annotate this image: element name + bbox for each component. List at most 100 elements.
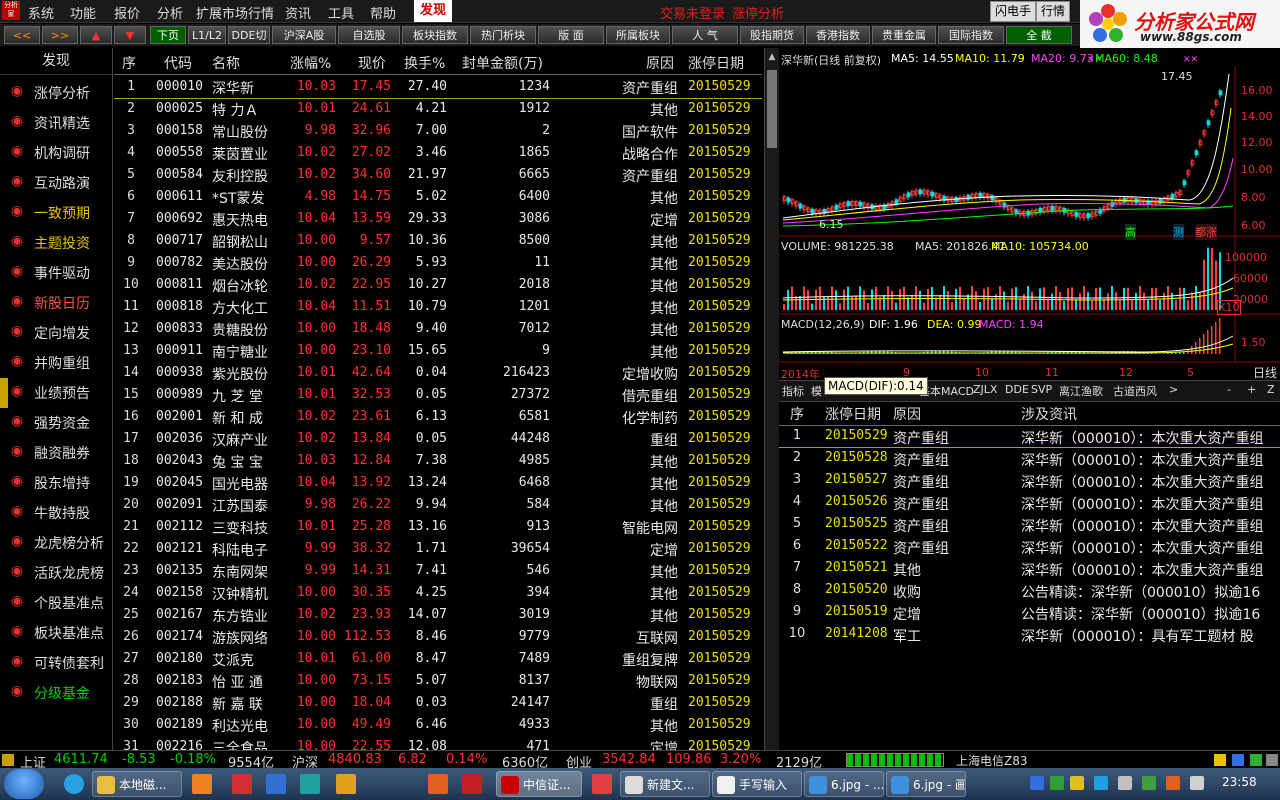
sidebar-item-5[interactable]: ◉ 主题投资 xyxy=(0,226,112,256)
menu-tools[interactable]: 工具 xyxy=(328,3,354,22)
system-clock[interactable]: 23:58 xyxy=(1222,775,1257,789)
sidebar-item-12[interactable]: ◉ 融资融券 xyxy=(0,436,112,466)
shsz-a-button[interactable]: 沪深A股 xyxy=(272,26,336,44)
stock-futures-button[interactable]: 股指期货 xyxy=(740,26,804,44)
ie-icon[interactable] xyxy=(64,774,84,794)
start-button[interactable] xyxy=(4,769,44,799)
table-row[interactable]: 23 002135 东南网架 9.99 14.31 7.41 546 其他 20150529 xyxy=(114,560,762,582)
media-icon[interactable] xyxy=(192,774,212,794)
tool-icon-4[interactable] xyxy=(336,774,356,794)
tab-gudao[interactable]: 古道西风 xyxy=(1113,383,1157,399)
sidebar-item-13[interactable]: ◉ 股东增持 xyxy=(0,466,112,496)
flash-hand-button[interactable]: 闪电手 xyxy=(990,1,1037,22)
history-row[interactable]: 5 20150525 资产重组 深华新（000010）：本次重大资产重组 xyxy=(779,513,1280,535)
z-button[interactable]: Z xyxy=(1267,383,1275,396)
col-turnover[interactable]: 换手% xyxy=(404,53,445,73)
sidebar-item-11[interactable]: ◉ 强势资金 xyxy=(0,406,112,436)
taskbar-zhongxin[interactable]: 中信证... xyxy=(496,771,582,797)
col-seq[interactable]: 序 xyxy=(122,53,136,73)
tab-dde[interactable]: DDE xyxy=(1005,383,1029,396)
table-row[interactable]: 8 000717 韶钢松山 10.00 9.57 10.36 8500 其他 20150529 xyxy=(114,230,762,252)
sidebar-item-15[interactable]: ◉ 龙虎榜分析 xyxy=(0,526,112,556)
table-row[interactable]: 10 000811 烟台冰轮 10.02 22.95 10.27 2018 其他 2015052… xyxy=(114,274,762,296)
tab-model[interactable]: 模 xyxy=(811,383,822,399)
table-row[interactable]: 26 002174 游族网络 10.00 112.53 8.46 9779 互联网 201505… xyxy=(114,626,762,648)
table-row[interactable]: 13 000911 南宁糖业 10.00 23.10 15.65 9 其他 20150529 xyxy=(114,340,762,362)
tray-icon-4[interactable] xyxy=(1142,776,1156,790)
table-row[interactable]: 27 002180 艾派克 10.01 61.00 8.47 7489 重组复牌 2015052… xyxy=(114,648,762,670)
menu-system[interactable]: 系统 xyxy=(28,3,54,22)
table-row[interactable]: 22 002121 科陆电子 9.99 38.32 1.71 39654 定增 20150529 xyxy=(114,538,762,560)
table-row[interactable]: 9 000782 美达股份 10.00 26.29 5.93 11 其他 20150529 xyxy=(114,252,762,274)
zoom-in-button[interactable]: + xyxy=(1247,383,1256,396)
table-row[interactable]: 17 002036 汉麻产业 10.02 13.84 0.05 44248 重组 2015052… xyxy=(114,428,762,450)
precious-metals-button[interactable]: 贵重金属 xyxy=(872,26,936,44)
tool-icon-6[interactable] xyxy=(462,774,482,794)
l1-l2-button[interactable]: L1/L2 xyxy=(188,26,226,44)
tray-icon-2[interactable] xyxy=(1050,776,1064,790)
table-row[interactable]: 28 002183 怡 亚 通 10.00 73.15 5.07 8137 物联网 201505… xyxy=(114,670,762,692)
table-row[interactable]: 1 000010 深华新 10.03 17.45 27.40 1234 资产重组 2015052… xyxy=(114,76,762,99)
history-row[interactable]: 8 20150520 收购 公告精读：深华新（000010）拟逾16 xyxy=(779,579,1280,601)
next-page-button[interactable]: 下页 xyxy=(150,26,186,44)
col-name[interactable]: 名称 xyxy=(212,53,240,73)
hist-col-news[interactable]: 涉及资讯 xyxy=(1021,404,1077,424)
col-limit-date[interactable]: 涨停日期 xyxy=(688,53,744,73)
table-row[interactable]: 30 002189 利达光电 10.00 49.49 6.46 4933 其他 20150529 xyxy=(114,714,762,736)
hist-col-date[interactable]: 涨停日期 xyxy=(825,404,881,424)
alert-icon[interactable] xyxy=(1214,754,1226,766)
owned-sector-button[interactable]: 所属板块 xyxy=(606,26,670,44)
history-row[interactable]: 4 20150526 资产重组 深华新（000010）：本次重大资产重组 xyxy=(779,491,1280,513)
tool-icon-3[interactable] xyxy=(300,774,320,794)
table-row[interactable]: 25 002167 东方锆业 10.02 23.93 14.07 3019 其他 2015052… xyxy=(114,604,762,626)
page-down-button[interactable]: ▼ xyxy=(114,26,146,44)
tray-icon-3[interactable] xyxy=(1070,776,1084,790)
table-row[interactable]: 31 002216 三全食品 10.00 22.55 12.08 471 定增 20150529 xyxy=(114,736,762,750)
col-reason[interactable]: 原因 xyxy=(646,53,674,73)
brand-banner[interactable]: 分析家公式网 www.88gs.com xyxy=(1080,0,1280,48)
sidebar-item-2[interactable]: ◉ 机构调研 xyxy=(0,136,112,166)
tool-icon-1[interactable] xyxy=(232,774,252,794)
tray-icon-5[interactable] xyxy=(1166,776,1180,790)
dde-switch-button[interactable]: DDE切 xyxy=(228,26,270,44)
sidebar-item-3[interactable]: ◉ 互动路演 xyxy=(0,166,112,196)
menu-analysis[interactable]: 分析 xyxy=(157,3,183,22)
table-row[interactable]: 6 000611 *ST蒙发 4.98 14.75 5.02 6400 其他 20150529 xyxy=(114,186,762,208)
hist-col-reason[interactable]: 原因 xyxy=(893,404,921,424)
table-row[interactable]: 21 002112 三变科技 10.01 25.28 13.16 913 智能电网 201505… xyxy=(114,516,762,538)
table-row[interactable]: 16 002001 新 和 成 10.02 23.61 6.13 6581 化学制药 20150… xyxy=(114,406,762,428)
sidebar-item-8[interactable]: ◉ 定向增发 xyxy=(0,316,112,346)
history-row[interactable]: 2 20150528 资产重组 深华新（000010）：本次重大资产重组 xyxy=(779,447,1280,469)
tab-zjlx[interactable]: ZJLX xyxy=(973,383,997,396)
history-row[interactable]: 10 20141208 军工 深华新（000010）：具有军工题材 股 xyxy=(779,623,1280,645)
sidebar-item-0[interactable]: ◉ 涨停分析 xyxy=(0,76,112,106)
col-price[interactable]: 现价 xyxy=(358,53,386,73)
hist-col-seq[interactable]: 序 xyxy=(785,404,809,424)
history-row[interactable]: 3 20150527 资产重组 深华新（000010）：本次重大资产重组 xyxy=(779,469,1280,491)
col-seal-amount[interactable]: 封单金额(万) xyxy=(462,53,543,73)
network-icon[interactable] xyxy=(1118,776,1132,790)
table-row[interactable]: 20 002091 江苏国泰 9.98 26.22 9.94 584 其他 20150529 xyxy=(114,494,762,516)
popularity-button[interactable]: 人 气 xyxy=(672,26,738,44)
page-up-button[interactable]: ▲ xyxy=(80,26,112,44)
tool-icon-5[interactable] xyxy=(428,774,448,794)
table-row[interactable]: 4 000558 莱茵置业 10.02 27.02 3.46 1865 战略合作 2015052… xyxy=(114,142,762,164)
watchlist-button[interactable]: 自选股 xyxy=(338,26,400,44)
history-row[interactable]: 1 20150529 资产重组 深华新（000010）：本次重大资产重组 xyxy=(779,425,1280,448)
connect-icon[interactable] xyxy=(1250,754,1262,766)
col-code[interactable]: 代码 xyxy=(164,53,192,73)
table-row[interactable]: 15 000989 九 芝 堂 10.01 32.53 0.05 27372 借壳重组 2015… xyxy=(114,384,762,406)
menu-info[interactable]: 资讯 xyxy=(285,3,311,22)
taskbar-image-1[interactable]: 6.jpg - ... xyxy=(804,771,884,797)
volume-icon[interactable] xyxy=(1190,776,1204,790)
col-change-pct[interactable]: 涨幅% xyxy=(290,53,331,73)
sidebar-item-7[interactable]: ◉ 新股日历 xyxy=(0,286,112,316)
sidebar-item-16[interactable]: ◉ 活跃龙虎榜 xyxy=(0,556,112,586)
tab-svp[interactable]: SVP xyxy=(1031,383,1052,396)
sector-index-button[interactable]: 板块指数 xyxy=(402,26,468,44)
prev-prev-button[interactable]: << xyxy=(4,26,40,44)
table-row[interactable]: 5 000584 友利控股 10.02 34.60 21.97 6665 资产重组 201505… xyxy=(114,164,762,186)
tool-icon-2[interactable] xyxy=(266,774,286,794)
sidebar-item-18[interactable]: ◉ 板块基准点 xyxy=(0,616,112,646)
table-row[interactable]: 7 000692 惠天热电 10.04 13.59 29.33 3086 定增 20150529 xyxy=(114,208,762,230)
